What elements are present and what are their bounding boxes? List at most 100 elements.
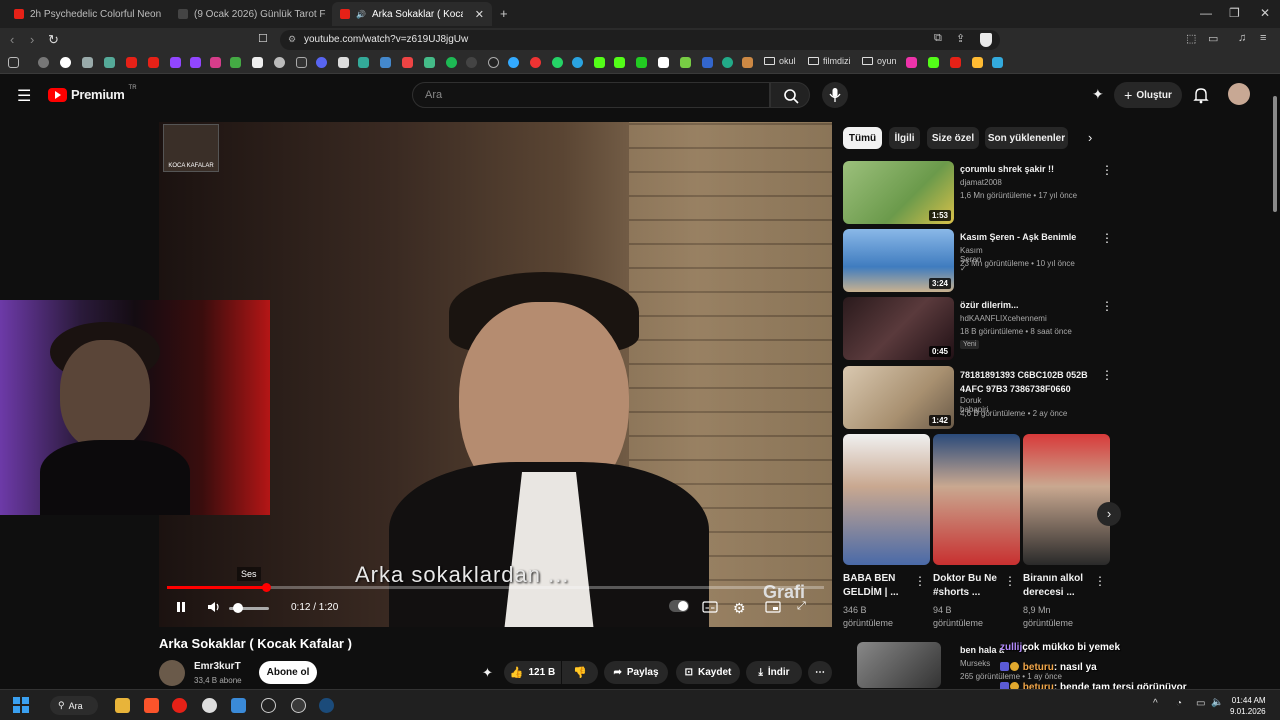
more-vertical-icon[interactable]: ⋮ [1094,574,1106,588]
video-thumbnail[interactable]: 1:42 [843,366,954,429]
volume-knob[interactable] [233,603,243,613]
windows-start-icon[interactable] [13,697,29,713]
photos-icon[interactable] [231,698,246,713]
more-vertical-icon[interactable]: ⋮ [914,574,926,588]
bookmark-icon[interactable] [508,57,519,68]
instagram-icon[interactable] [210,57,221,68]
bookmark-icon[interactable] [742,57,753,68]
bookmark-icon[interactable]: ☐ [258,32,268,45]
x-icon[interactable] [252,57,263,68]
like-button[interactable]: 👍 121 B [504,661,561,684]
brave-shield-icon[interactable] [980,33,992,47]
chip-all[interactable]: Tümü [843,127,882,149]
youtube-app-icon[interactable] [172,698,187,713]
speaker-icon[interactable]: 🔈 [1211,697,1223,708]
bookmark-icon[interactable] [992,57,1003,68]
channel-name[interactable]: hdKAANFLIXcehennemi [960,314,1047,323]
shorts-next-button[interactable]: › [1097,502,1121,526]
hamburger-menu-icon[interactable]: ☰ [17,86,31,106]
search-input[interactable]: Ara [412,82,770,108]
video-title[interactable]: özür dilerim... [960,299,1095,312]
bookmark-icon[interactable] [230,57,241,68]
video-thumbnail[interactable]: 1:53 [843,161,954,224]
video-thumbnail[interactable]: 3:24 [843,229,954,292]
bookmark-icon[interactable] [338,57,349,68]
channel-name[interactable]: Emr3kurT [194,661,241,672]
close-window-icon[interactable]: ✕ [1260,6,1270,20]
minimize-icon[interactable]: — [1200,6,1212,20]
apps-icon[interactable] [8,57,19,68]
bookmark-icon[interactable] [274,57,285,68]
app-icon[interactable] [202,698,217,713]
video-title[interactable]: 78181891393 C6BC102B 052B 4AFC 97B3 7386… [960,368,1095,396]
video-thumbnail[interactable]: 0:45 [843,297,954,360]
video-thumbnail[interactable] [857,642,941,688]
progress-bar[interactable] [167,583,824,592]
browser-tab-active[interactable]: 🔊 Arka Sokaklar ( Kocak Kafalar ✕ [332,2,492,26]
miniplayer-icon[interactable] [765,600,781,614]
extensions-icon[interactable]: ⬚ [1186,32,1196,45]
file-explorer-icon[interactable] [115,698,130,713]
taskbar-search[interactable]: ⚲ Ara [50,696,98,715]
bookmark-folder-filmdizi[interactable]: filmdizi [808,56,851,66]
open-external-icon[interactable]: ⧉ [934,32,942,45]
bookmark-icon[interactable] [680,57,691,68]
video-title[interactable]: çorumlu shrek şakir !! [960,163,1095,176]
drive-icon[interactable] [424,57,435,68]
site-info-icon[interactable]: ⚙ [288,34,296,45]
youtube-icon[interactable] [148,57,159,68]
bookmark-icon[interactable] [380,57,391,68]
steam-icon[interactable] [319,698,334,713]
share-icon[interactable]: ⇪ [956,32,965,45]
bookmark-icon[interactable] [722,57,733,68]
channel-avatar[interactable] [159,660,185,686]
bookmark-folder-oyun[interactable]: oyun [862,56,897,66]
more-vertical-icon[interactable]: ⋮ [1101,368,1113,382]
search-button[interactable] [770,82,810,108]
bookmark-folder-okul[interactable]: okul [764,56,796,66]
kick-icon[interactable] [594,57,605,68]
short-title[interactable]: Doktor Bu Ne #shorts ... [933,572,1003,600]
account-avatar[interactable] [1228,83,1250,105]
more-vertical-icon[interactable]: ⋮ [1004,574,1016,588]
chip-related[interactable]: İlgili [889,127,920,149]
fullscreen-icon[interactable]: ⤢ [797,600,806,613]
chevron-right-icon[interactable]: › [1088,130,1092,145]
spotify-icon[interactable] [446,57,457,68]
short-thumbnail[interactable] [1023,434,1110,565]
bookmark-icon[interactable] [636,57,647,68]
twitch-icon[interactable] [170,57,181,68]
reload-icon[interactable]: ↻ [48,32,59,48]
more-vertical-icon[interactable]: ⋮ [1101,299,1113,313]
bookmark-icon[interactable] [702,57,713,68]
channel-name[interactable]: Murseks [960,659,990,668]
gmail-icon[interactable] [402,57,413,68]
bookmark-icon[interactable] [658,57,669,68]
kick-icon[interactable] [614,57,625,68]
sidebar-icon[interactable]: ▭ [1208,32,1218,45]
history-icon[interactable] [38,57,49,68]
telegram-icon[interactable] [572,57,583,68]
short-title[interactable]: Biranın alkol derecesi ... [1023,572,1093,600]
network-icon[interactable]: ▭ [1196,698,1205,709]
browser-tab[interactable]: 2h Psychedelic Colorful Neon Backgr [6,2,162,26]
autoplay-toggle[interactable] [669,600,689,612]
short-thumbnail[interactable] [933,434,1020,565]
github-icon[interactable] [488,57,499,68]
back-icon[interactable]: ‹ [10,32,14,47]
short-thumbnail[interactable] [843,434,930,565]
app-icon[interactable] [291,698,306,713]
subscribe-button[interactable]: Abone ol [259,661,317,684]
dislike-button[interactable]: 👎 [562,661,598,684]
bookmark-icon[interactable] [972,57,983,68]
scrollbar-thumb[interactable] [1273,96,1277,212]
chip-for-you[interactable]: Size özel [927,127,979,149]
new-tab-icon[interactable]: + [500,6,508,21]
bookmark-icon[interactable] [104,57,115,68]
download-button[interactable]: ⤓ İndir [746,661,802,684]
discord-icon[interactable] [316,57,327,68]
gemini-sparkle-icon[interactable]: ✦ [1092,86,1104,103]
chip-recent-uploads[interactable]: Son yüklenenler [985,127,1068,149]
pause-icon[interactable] [174,600,188,614]
more-vertical-icon[interactable]: ⋮ [1101,163,1113,177]
